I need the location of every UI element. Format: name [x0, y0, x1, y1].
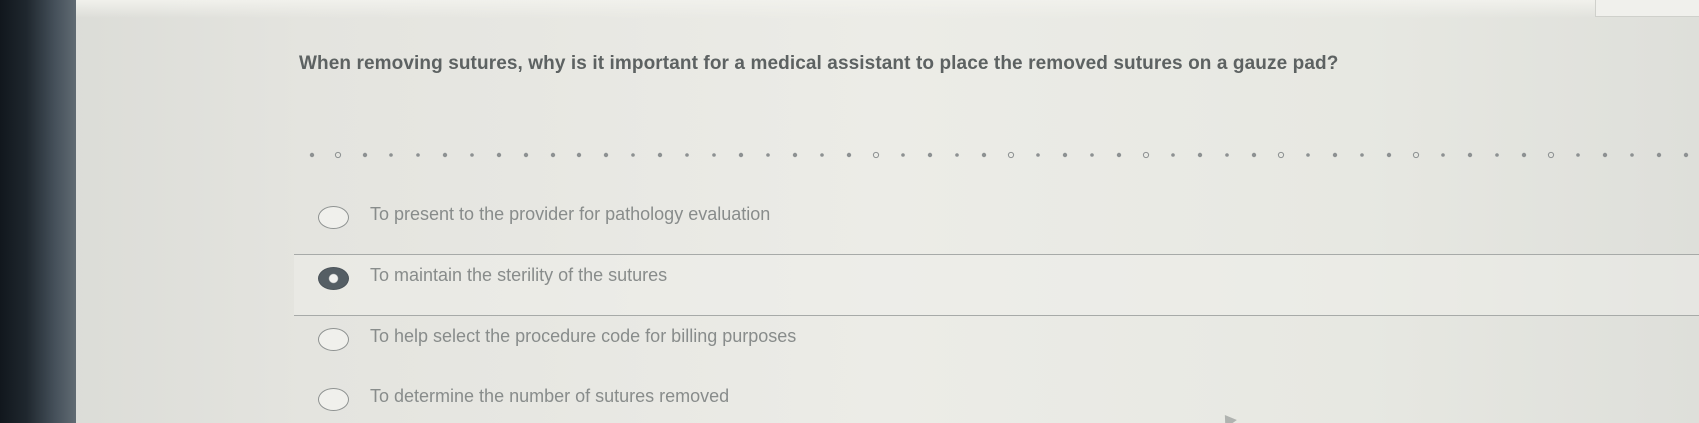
top-right-tab: [1595, 0, 1699, 17]
selected-radio-button[interactable]: [318, 267, 349, 290]
answer-option[interactable]: To determine the number of sutures remov…: [304, 376, 1699, 423]
answer-label: To present to the provider for pathology…: [370, 204, 771, 224]
quiz-screen: When removing sutures, why is it importa…: [0, 0, 1699, 423]
radio-button[interactable]: [318, 388, 349, 411]
answer-label: To determine the number of sutures remov…: [370, 386, 730, 406]
question-text: When removing sutures, why is it importa…: [299, 53, 1339, 74]
radio-button[interactable]: [318, 328, 349, 351]
top-page-band: [76, 0, 1699, 18]
answer-option[interactable]: To present to the provider for pathology…: [304, 194, 1699, 254]
answer-label: To maintain the sterility of the sutures: [370, 265, 668, 285]
dotted-divider: [306, 148, 1696, 162]
radio-button[interactable]: [318, 206, 349, 229]
answer-option[interactable]: To help select the procedure code for bi…: [304, 316, 1699, 376]
dotted-divider-graphic: [309, 151, 1689, 159]
answer-label: To help select the procedure code for bi…: [370, 326, 797, 346]
answer-option-selected[interactable]: To maintain the sterility of the sutures: [294, 254, 1699, 316]
left-dark-edge: [0, 0, 76, 423]
answer-options: To present to the provider for pathology…: [294, 194, 1699, 423]
